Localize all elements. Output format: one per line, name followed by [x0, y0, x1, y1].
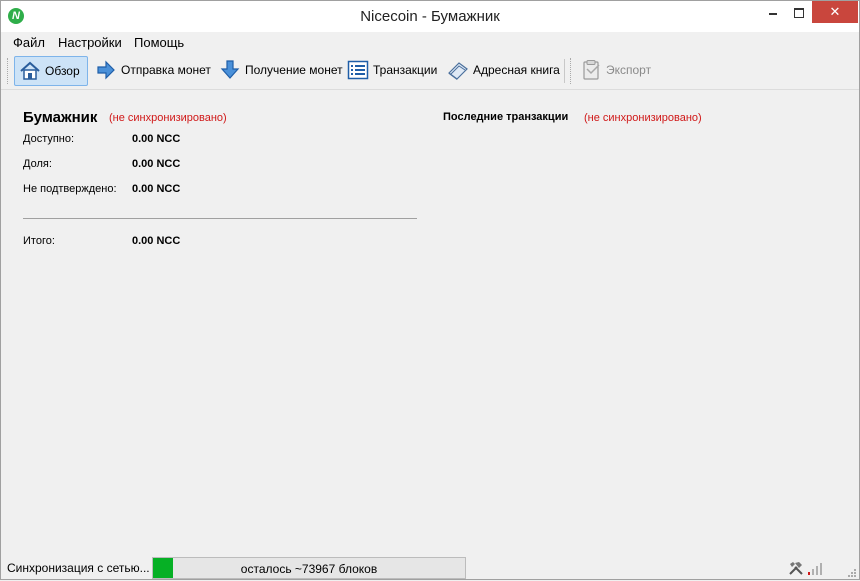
balance-divider — [23, 218, 417, 219]
close-button[interactable]: ✕ — [812, 1, 858, 23]
available-label: Доступно: — [23, 133, 75, 145]
wallet-heading: Бумажник — [23, 109, 98, 126]
menu-help[interactable]: Помощь — [134, 35, 184, 50]
export-button[interactable]: Экспорт — [576, 56, 651, 84]
tab-receive-label: Получение монет — [245, 63, 343, 77]
minimize-button[interactable] — [760, 1, 786, 23]
tab-overview-label: Обзор — [45, 64, 80, 78]
list-icon — [347, 59, 369, 81]
tab-transactions-label: Транзакции — [373, 63, 438, 77]
sync-status-text: Синхронизация с сетью... — [7, 561, 150, 575]
menu-settings[interactable]: Настройки — [58, 35, 122, 50]
stake-label: Доля: — [23, 158, 52, 170]
recent-sync-status: (не синхронизировано) — [584, 112, 702, 124]
export-button-label: Экспорт — [606, 63, 652, 77]
main-window: N Nicecoin - Бумажник ✕ Файл Настройки П… — [0, 0, 860, 580]
tab-transactions[interactable]: Транзакции — [343, 56, 437, 84]
home-icon — [19, 60, 41, 82]
available-value: 0.00 NCC — [132, 133, 181, 145]
close-icon: ✕ — [829, 4, 841, 19]
maximize-button[interactable] — [786, 1, 812, 23]
wallet-sync-status: (не синхронизировано) — [109, 112, 227, 124]
tab-receive[interactable]: Получение монет — [215, 56, 343, 84]
maximize-icon — [794, 7, 804, 18]
unconfirmed-label: Не подтверждено: — [23, 183, 117, 195]
toolbar-separator — [564, 59, 565, 83]
sync-progress-bar: осталось ~73967 блоков — [152, 557, 466, 579]
resize-grip-icon[interactable] — [847, 567, 857, 577]
receive-arrow-icon — [219, 59, 241, 81]
signal-icon[interactable] — [807, 560, 823, 576]
toolbar-grip-secondary[interactable] — [570, 58, 574, 84]
menu-file[interactable]: Файл — [13, 35, 45, 50]
tab-address-book-label: Адресная книга — [473, 63, 560, 77]
clipboard-icon — [580, 59, 602, 81]
stake-value: 0.00 NCC — [132, 158, 181, 170]
title-bar[interactable]: N Nicecoin - Бумажник ✕ — [1, 1, 859, 32]
tab-send[interactable]: Отправка монет — [91, 56, 211, 84]
toolbar: Обзор Отправка монет Получение монет Тра… — [1, 53, 859, 90]
hammer-icon[interactable] — [788, 560, 804, 576]
minimize-icon — [769, 12, 777, 15]
unconfirmed-value: 0.00 NCC — [132, 183, 181, 195]
sync-progress-text: осталось ~73967 блоков — [240, 562, 378, 576]
toolbar-grip[interactable] — [7, 58, 11, 84]
tab-send-label: Отправка монет — [121, 63, 211, 77]
tab-address-book[interactable]: Адресная книга — [443, 56, 560, 84]
total-value: 0.00 NCC — [132, 235, 181, 247]
send-arrow-icon — [95, 59, 117, 81]
recent-transactions-title: Последние транзакции — [443, 111, 569, 123]
status-bar: Синхронизация с сетью... осталось ~73967… — [1, 556, 859, 579]
window-title: Nicecoin - Бумажник — [360, 8, 500, 25]
tab-overview[interactable]: Обзор — [14, 56, 88, 86]
menu-bar: Файл Настройки Помощь — [1, 32, 859, 53]
total-label: Итого: — [23, 235, 55, 247]
address-book-icon — [447, 59, 469, 81]
